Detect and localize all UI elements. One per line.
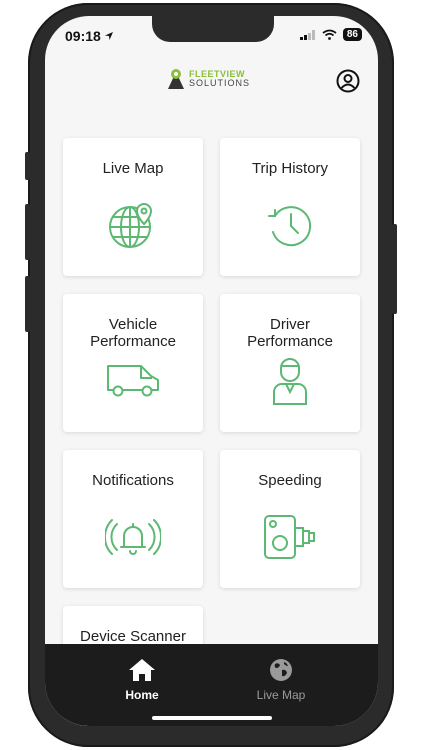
tile-label: Trip History <box>251 160 329 177</box>
globe-pin-icon <box>109 202 153 248</box>
history-clock-icon <box>268 206 312 247</box>
home-icon <box>129 659 155 681</box>
tile-label: Device Scanner <box>80 628 186 645</box>
home-indicator[interactable] <box>152 716 272 720</box>
silent-switch <box>25 152 30 180</box>
nav-live-map[interactable]: Live Map <box>221 658 341 702</box>
tile-label: Notifications <box>92 472 174 489</box>
status-icons: 86 <box>299 28 362 41</box>
clock: 09:18 <box>65 28 101 44</box>
tile-notifications[interactable]: Notifications <box>63 450 203 588</box>
tile-label: Vehicle Performance <box>90 316 176 350</box>
brand-subtitle: SOLUTIONS <box>189 78 251 88</box>
volume-up-button <box>25 204 30 260</box>
profile-icon[interactable] <box>336 69 360 93</box>
bottom-nav: Home Live Map <box>45 644 378 726</box>
nav-home-label: Home <box>125 688 159 702</box>
nav-live-map-label: Live Map <box>256 688 306 702</box>
logo-pin-icon <box>168 69 184 89</box>
tile-live-map[interactable]: Live Map <box>63 138 203 276</box>
driver-icon <box>273 358 307 405</box>
globe-icon <box>270 659 292 681</box>
app-screen: 09:18 86 FLEETVIEW SOLUTIONS Live Map Tr… <box>45 16 378 726</box>
van-icon <box>107 365 159 397</box>
location-arrow-icon <box>104 32 113 40</box>
brand-logo: FLEETVIEW SOLUTIONS <box>167 68 250 90</box>
tile-driver-performance[interactable]: Driver Performance <box>220 294 360 432</box>
nav-home[interactable]: Home <box>82 658 202 702</box>
tile-label: Live Map <box>102 160 164 177</box>
speed-camera-icon <box>264 515 315 559</box>
signal-icon <box>299 29 315 40</box>
status-time: 09:18 <box>65 28 114 44</box>
tile-speeding[interactable]: Speeding <box>220 450 360 588</box>
wifi-icon <box>322 29 337 40</box>
notch <box>152 16 274 42</box>
tile-vehicle-performance[interactable]: Vehicle Performance <box>63 294 203 432</box>
power-button <box>392 224 397 314</box>
bell-icon <box>105 519 161 555</box>
tile-label: Speeding <box>258 472 322 489</box>
tile-trip-history[interactable]: Trip History <box>220 138 360 276</box>
tile-label: Driver Performance <box>247 316 333 350</box>
battery-indicator: 86 <box>342 28 362 41</box>
volume-down-button <box>25 276 30 332</box>
